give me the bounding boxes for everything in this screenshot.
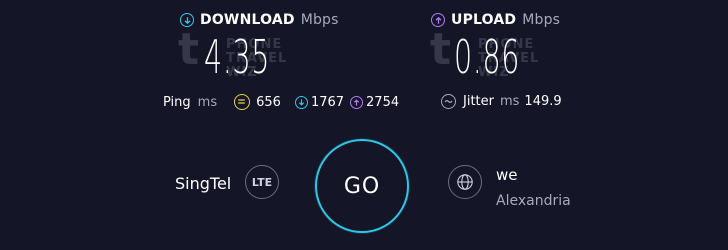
ping-upload-value: 2754	[366, 94, 400, 110]
server-name: we	[496, 166, 518, 184]
network-type-badge: LTE	[245, 165, 279, 199]
watermark-letter: t	[178, 24, 200, 75]
upload-label: UPLOAD	[451, 12, 517, 28]
ping-unit: ms	[197, 94, 218, 110]
upload-value: 0.86	[454, 30, 520, 84]
globe-icon	[457, 174, 473, 190]
ping-download-value: 1767	[310, 94, 345, 110]
network-type-label: LTE	[251, 175, 273, 189]
go-label: GO	[343, 173, 381, 199]
watermark-letter-upload: t	[430, 24, 452, 75]
jitter-stats: Jitter ms 149.9	[441, 94, 562, 109]
upload-arrow-icon	[350, 95, 364, 109]
ping-label: Ping	[163, 94, 191, 110]
server-location: Alexandria	[496, 193, 571, 209]
ping-idle-value: 656	[256, 94, 281, 110]
ping-stats: Ping ms 656 1767 2754	[163, 94, 399, 110]
download-arrow-icon	[294, 95, 308, 109]
jitter-label: Jitter	[463, 94, 494, 109]
jitter-value: 149.9	[524, 94, 562, 109]
download-label: DOWNLOAD	[200, 12, 295, 28]
download-header: DOWNLOAD Mbps	[180, 12, 339, 28]
download-value: 4.35	[204, 30, 270, 84]
go-button[interactable]: GO	[315, 139, 409, 233]
jitter-unit: ms	[499, 94, 520, 109]
provider-name: SingTel	[175, 174, 232, 193]
jitter-wave-icon	[441, 94, 456, 109]
download-unit: Mbps	[300, 12, 339, 28]
upload-unit: Mbps	[522, 12, 561, 28]
idle-ping-icon	[234, 94, 251, 110]
server-select-button[interactable]	[448, 165, 482, 199]
